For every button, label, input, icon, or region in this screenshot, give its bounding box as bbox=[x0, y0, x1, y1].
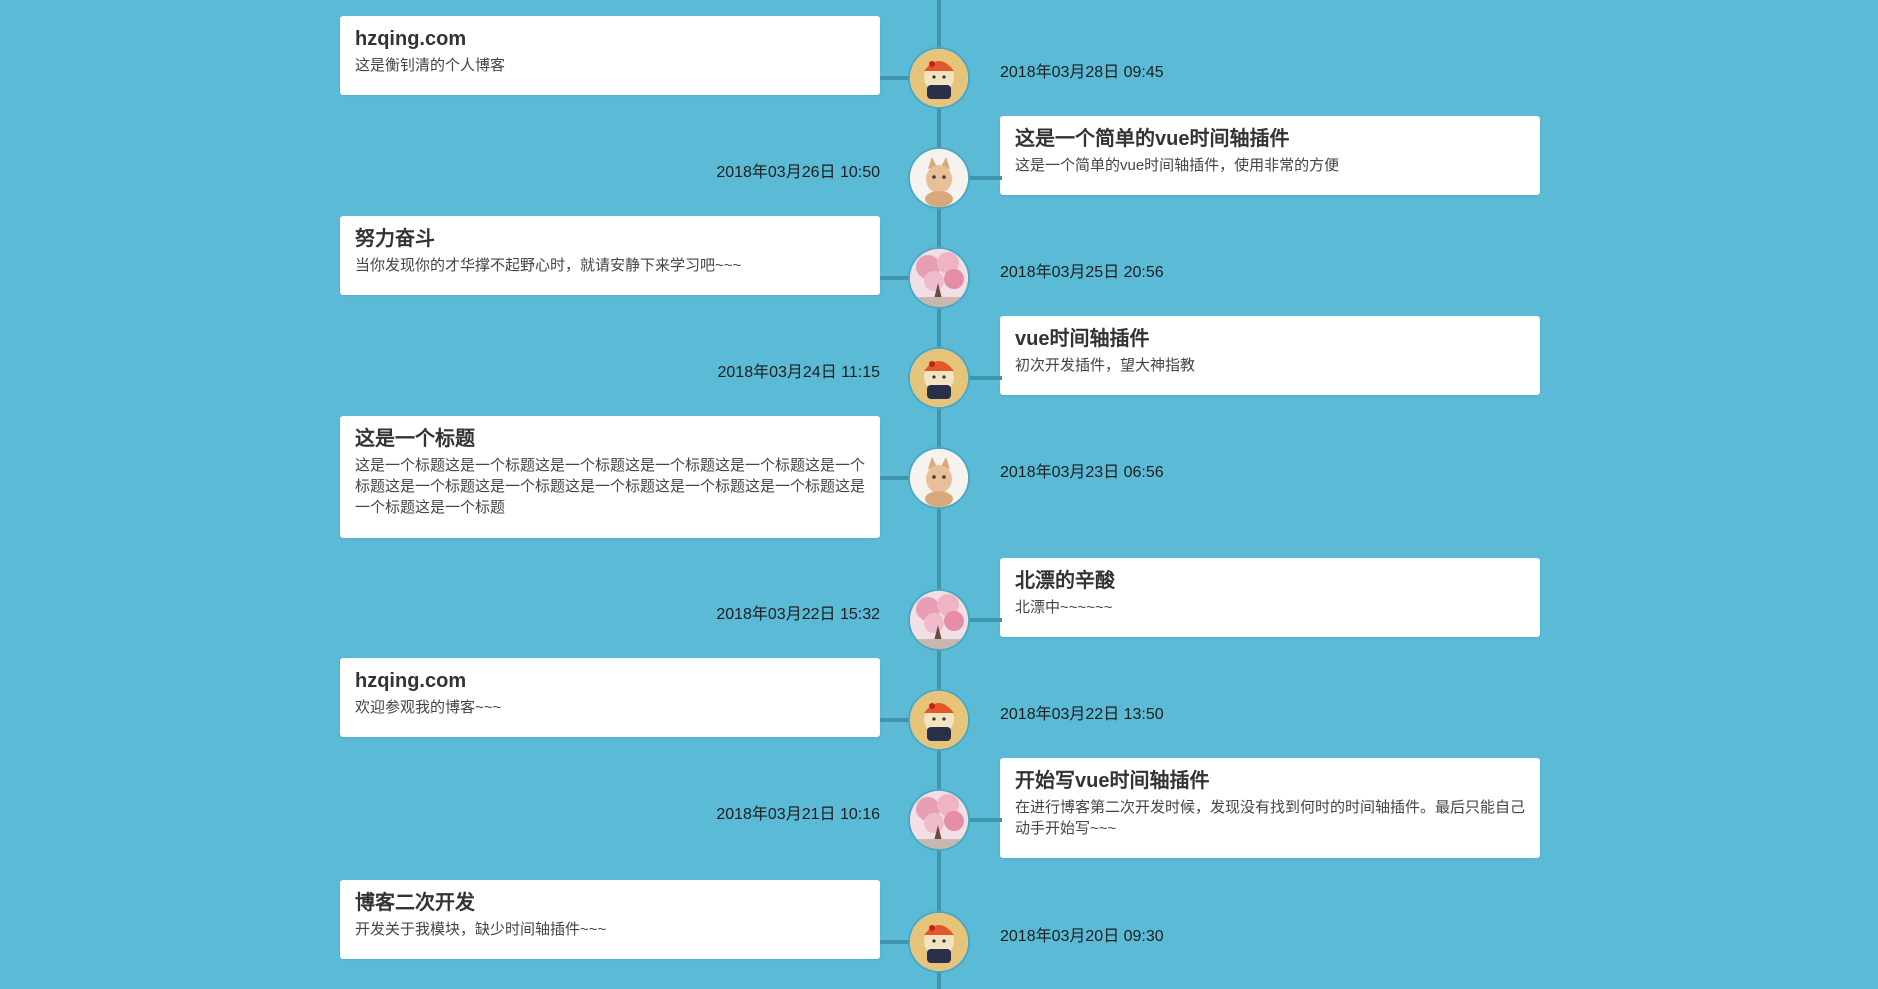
cat-icon bbox=[910, 149, 968, 207]
timeline-date: 2018年03月22日 13:50 bbox=[1000, 706, 1164, 723]
connector-line bbox=[880, 476, 912, 480]
card-title: 北漂的辛酸 bbox=[1015, 570, 1115, 592]
timeline-card[interactable]: 努力奋斗 当你发现你的才华撑不起野心时，就请安静下来学习吧~~~ bbox=[340, 216, 880, 295]
connector-line bbox=[970, 818, 1002, 822]
card-description: 在进行博客第二次开发时候，发现没有找到何时的时间轴插件。最后只能自己动手开始写~… bbox=[1015, 799, 1526, 837]
cat-icon bbox=[910, 449, 968, 507]
card-title: 努力奋斗 bbox=[355, 228, 435, 250]
timeline-card[interactable]: 这是一个标题 这是一个标题这是一个标题这是一个标题这是一个标题这是一个标题这是一… bbox=[340, 416, 880, 538]
cartoon-boy-icon bbox=[910, 913, 968, 971]
card-title: 这是一个标题 bbox=[355, 428, 475, 450]
timeline-date: 2018年03月20日 09:30 bbox=[1000, 928, 1164, 945]
timeline-card[interactable]: 开始写vue时间轴插件 在进行博客第二次开发时候，发现没有找到何时的时间轴插件。… bbox=[1000, 758, 1540, 858]
card-title: vue时间轴插件 bbox=[1015, 328, 1150, 350]
cherry-blossom-icon bbox=[910, 791, 968, 849]
cartoon-boy-icon bbox=[910, 49, 968, 107]
connector-line bbox=[880, 940, 912, 944]
timeline-card[interactable]: 这是一个简单的vue时间轴插件 这是一个简单的vue时间轴插件，使用非常的方便 bbox=[1000, 116, 1540, 195]
timeline-card[interactable]: vue时间轴插件 初次开发插件，望大神指教 bbox=[1000, 316, 1540, 395]
timeline-date: 2018年03月26日 10:50 bbox=[716, 164, 880, 181]
card-description: 这是一个简单的vue时间轴插件，使用非常的方便 bbox=[1015, 157, 1340, 174]
timeline-card[interactable]: hzqing.com 欢迎参观我的博客~~~ bbox=[340, 658, 880, 737]
connector-line bbox=[970, 176, 1002, 180]
card-description: 这是衡钊清的个人博客 bbox=[355, 57, 506, 74]
card-title: 博客二次开发 bbox=[355, 892, 475, 914]
card-description: 初次开发插件，望大神指教 bbox=[1015, 357, 1196, 374]
timeline-date: 2018年03月21日 10:16 bbox=[716, 806, 880, 823]
timeline-date: 2018年03月25日 20:56 bbox=[1000, 264, 1164, 281]
card-title: 开始写vue时间轴插件 bbox=[1015, 770, 1210, 792]
cherry-blossom-icon bbox=[910, 591, 968, 649]
cartoon-boy-icon bbox=[910, 691, 968, 749]
card-description: 北漂中~~~~~~ bbox=[1015, 599, 1113, 616]
connector-line bbox=[970, 376, 1002, 380]
timeline-date: 2018年03月24日 11:15 bbox=[717, 364, 881, 381]
cherry-blossom-icon bbox=[910, 249, 968, 307]
connector-line bbox=[880, 276, 912, 280]
card-title: hzqing.com bbox=[355, 670, 467, 692]
card-title: 这是一个简单的vue时间轴插件 bbox=[1015, 128, 1290, 150]
connector-line bbox=[970, 618, 1002, 622]
timeline-card[interactable]: 北漂的辛酸 北漂中~~~~~~ bbox=[1000, 558, 1540, 637]
timeline-date: 2018年03月28日 09:45 bbox=[1000, 64, 1164, 81]
connector-line bbox=[880, 76, 912, 80]
card-description: 开发关于我模块，缺少时间轴插件~~~ bbox=[355, 921, 607, 938]
card-description: 当你发现你的才华撑不起野心时，就请安静下来学习吧~~~ bbox=[355, 257, 742, 274]
timeline-date: 2018年03月23日 06:56 bbox=[1000, 464, 1164, 481]
card-title: hzqing.com bbox=[355, 28, 467, 50]
timeline-card[interactable]: 博客二次开发 开发关于我模块，缺少时间轴插件~~~ bbox=[340, 880, 880, 959]
cartoon-boy-icon bbox=[910, 349, 968, 407]
card-description: 这是一个标题这是一个标题这是一个标题这是一个标题这是一个标题这是一个标题这是一个… bbox=[355, 457, 866, 516]
timeline-date: 2018年03月22日 15:32 bbox=[716, 606, 880, 623]
timeline-card[interactable]: hzqing.com 这是衡钊清的个人博客 bbox=[340, 16, 880, 95]
connector-line bbox=[880, 718, 912, 722]
card-description: 欢迎参观我的博客~~~ bbox=[355, 699, 502, 716]
